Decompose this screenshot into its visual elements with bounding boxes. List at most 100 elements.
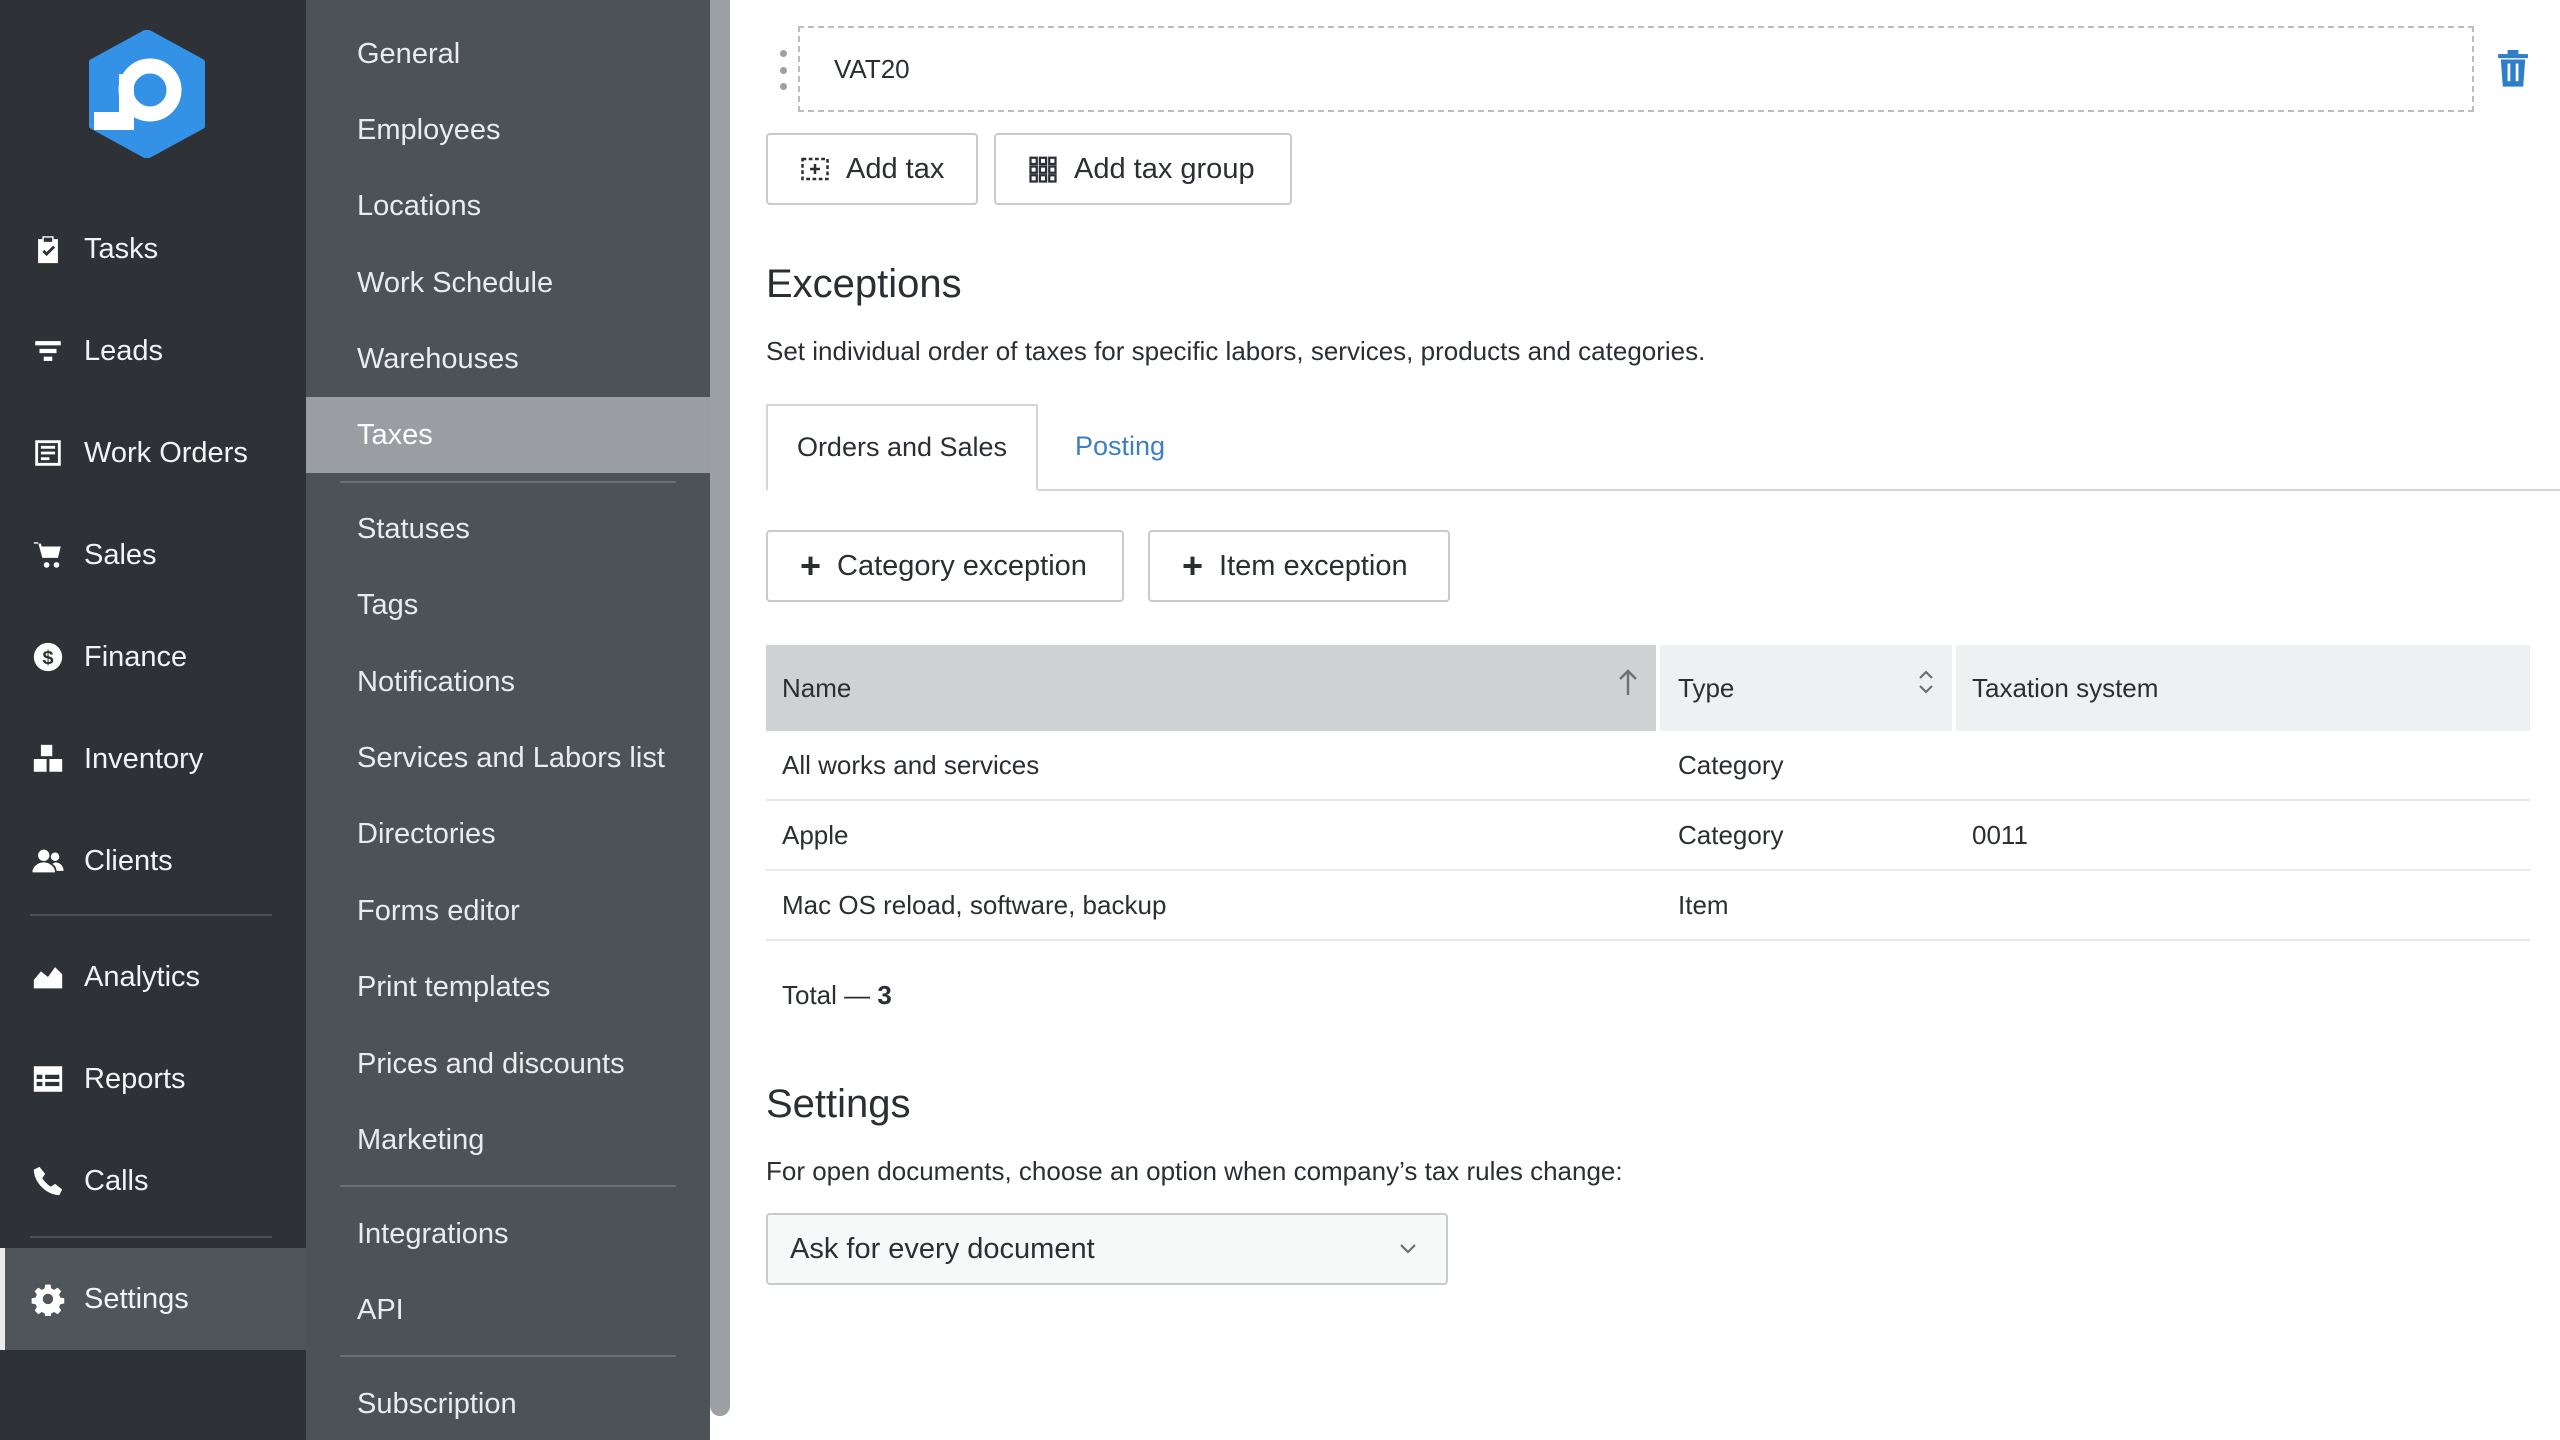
tax-row-value: VAT20 (834, 53, 910, 84)
settings-menu-item-locations[interactable]: Locations (306, 168, 710, 244)
table-icon (30, 1061, 66, 1097)
nav-label: Analytics (84, 960, 201, 993)
nav-item-inventory[interactable]: Inventory (0, 708, 306, 810)
column-header-taxation-system[interactable]: Taxation system (1956, 645, 2530, 731)
settings-menu-item-directories[interactable]: Directories (306, 796, 710, 872)
header-label: Type (1678, 672, 1735, 703)
settings-menu-item-print-templates[interactable]: Print templates (306, 949, 710, 1025)
sort-icon[interactable] (1916, 667, 1936, 697)
settings-menu-item-statuses[interactable]: Statuses (306, 491, 710, 567)
settings-menu-item-integrations[interactable]: Integrations (306, 1196, 710, 1272)
menu-label: Subscription (357, 1387, 517, 1420)
selected-option: Ask for every document (790, 1232, 1095, 1265)
button-label: Add tax (846, 152, 945, 185)
menu-divider (340, 1355, 676, 1357)
menu-divider (340, 481, 676, 483)
menu-label: API (357, 1293, 404, 1326)
menu-label: Integrations (357, 1217, 509, 1250)
header-label: Taxation system (1972, 672, 2159, 703)
total-count: 3 (877, 980, 892, 1010)
exceptions-description: Set individual order of taxes for specif… (766, 336, 1706, 366)
tax-row[interactable]: VAT20 (798, 26, 2474, 112)
add-item-exception-button[interactable]: + Item exception (1148, 530, 1450, 602)
settings-menu-item-subscription[interactable]: Subscription (306, 1366, 710, 1440)
filter-icon (30, 333, 66, 369)
nav-item-leads[interactable]: Leads (0, 300, 306, 402)
menu-label: Directories (357, 817, 496, 850)
nav-item-settings[interactable]: Settings (0, 1248, 306, 1350)
settings-menu-item-work-schedule[interactable]: Work Schedule (306, 245, 710, 321)
chevron-down-icon (1400, 1244, 1416, 1254)
add-category-exception-button[interactable]: + Category exception (766, 530, 1124, 602)
nav-item-finance[interactable]: $ Finance (0, 606, 306, 708)
settings-menu-item-tags[interactable]: Tags (306, 567, 710, 643)
document-list-icon (30, 435, 66, 471)
column-header-name[interactable]: Name (766, 645, 1656, 731)
menu-scrollbar[interactable] (710, 0, 730, 1416)
nav-label: Leads (84, 334, 164, 367)
tab-orders-and-sales[interactable]: Orders and Sales (766, 404, 1038, 491)
drag-handle-icon[interactable] (776, 50, 790, 90)
primary-sidebar: Tasks Leads Work Orders Sales $ Finance … (0, 0, 306, 1440)
nav-item-analytics[interactable]: Analytics (0, 926, 306, 1028)
users-icon (30, 843, 66, 879)
phone-icon (30, 1163, 66, 1199)
nav-label: Clients (84, 844, 173, 877)
button-label: Item exception (1219, 549, 1408, 582)
menu-label: Marketing (357, 1123, 485, 1156)
main-content: VAT20 Add tax Add tax group Exceptions S… (732, 0, 2560, 1440)
table-total: Total — 3 (782, 980, 892, 1011)
settings-menu-item-api[interactable]: API (306, 1272, 710, 1348)
add-tax-button[interactable]: Add tax (766, 133, 978, 205)
nav-item-clients[interactable]: Clients (0, 810, 306, 912)
nav-label: Tasks (84, 232, 159, 265)
cell-name: Apple (782, 819, 849, 850)
settings-menu-item-taxes[interactable]: Taxes (306, 397, 710, 473)
nav-item-tasks[interactable]: Tasks (0, 198, 306, 300)
nav-item-sales[interactable]: Sales (0, 504, 306, 606)
add-tax-icon (801, 157, 829, 181)
sort-ascending-icon[interactable] (1616, 667, 1640, 697)
settings-menu-item-marketing[interactable]: Marketing (306, 1102, 710, 1178)
nav-label: Calls (84, 1164, 149, 1197)
settings-menu-item-notifications[interactable]: Notifications (306, 644, 710, 720)
table-row[interactable]: Mac OS reload, software, backup Item (766, 871, 2530, 941)
tab-label: Orders and Sales (796, 432, 1008, 462)
cart-icon (30, 537, 66, 573)
exceptions-title: Exceptions (766, 262, 962, 306)
cell-type: Category (1678, 749, 1784, 780)
menu-label: Taxes (357, 418, 433, 451)
svg-text:$: $ (42, 647, 53, 669)
tab-posting[interactable]: Posting (1038, 404, 1202, 489)
cell-type: Category (1678, 819, 1784, 850)
table-row[interactable]: All works and services Category (766, 731, 2530, 801)
nav-item-work-orders[interactable]: Work Orders (0, 402, 306, 504)
settings-menu-item-warehouses[interactable]: Warehouses (306, 321, 710, 397)
add-tax-group-button[interactable]: Add tax group (994, 133, 1292, 205)
menu-label: Services and Labors list (357, 741, 665, 774)
column-header-type[interactable]: Type (1660, 645, 1952, 731)
settings-menu-item-forms-editor[interactable]: Forms editor (306, 873, 710, 949)
nav-item-reports[interactable]: Reports (0, 1028, 306, 1130)
nav-item-calls[interactable]: Calls (0, 1130, 306, 1232)
settings-menu-item-services-labors[interactable]: Services and Labors list (306, 720, 710, 796)
app-logo-icon[interactable] (88, 30, 206, 158)
cell-name: Mac OS reload, software, backup (782, 889, 1167, 920)
button-label: Add tax group (1074, 152, 1255, 185)
plus-icon: + (800, 545, 822, 586)
settings-menu-item-prices-discounts[interactable]: Prices and discounts (306, 1026, 710, 1102)
settings-menu: General Employees Locations Work Schedul… (306, 0, 710, 1440)
menu-label: Locations (357, 189, 482, 222)
tax-change-policy-select[interactable]: Ask for every document (766, 1213, 1448, 1285)
trash-icon[interactable] (2496, 50, 2530, 88)
menu-label: Prices and discounts (357, 1047, 625, 1080)
plus-icon: + (1182, 545, 1204, 586)
settings-menu-item-employees[interactable]: Employees (306, 92, 710, 168)
nav-label: Sales (84, 538, 157, 571)
gear-icon (30, 1281, 66, 1317)
table-row[interactable]: Apple Category 0011 (766, 801, 2530, 871)
menu-label: Print templates (357, 970, 551, 1003)
menu-label: Employees (357, 113, 501, 146)
clipboard-check-icon (30, 231, 66, 267)
settings-menu-item-general[interactable]: General (306, 16, 710, 92)
